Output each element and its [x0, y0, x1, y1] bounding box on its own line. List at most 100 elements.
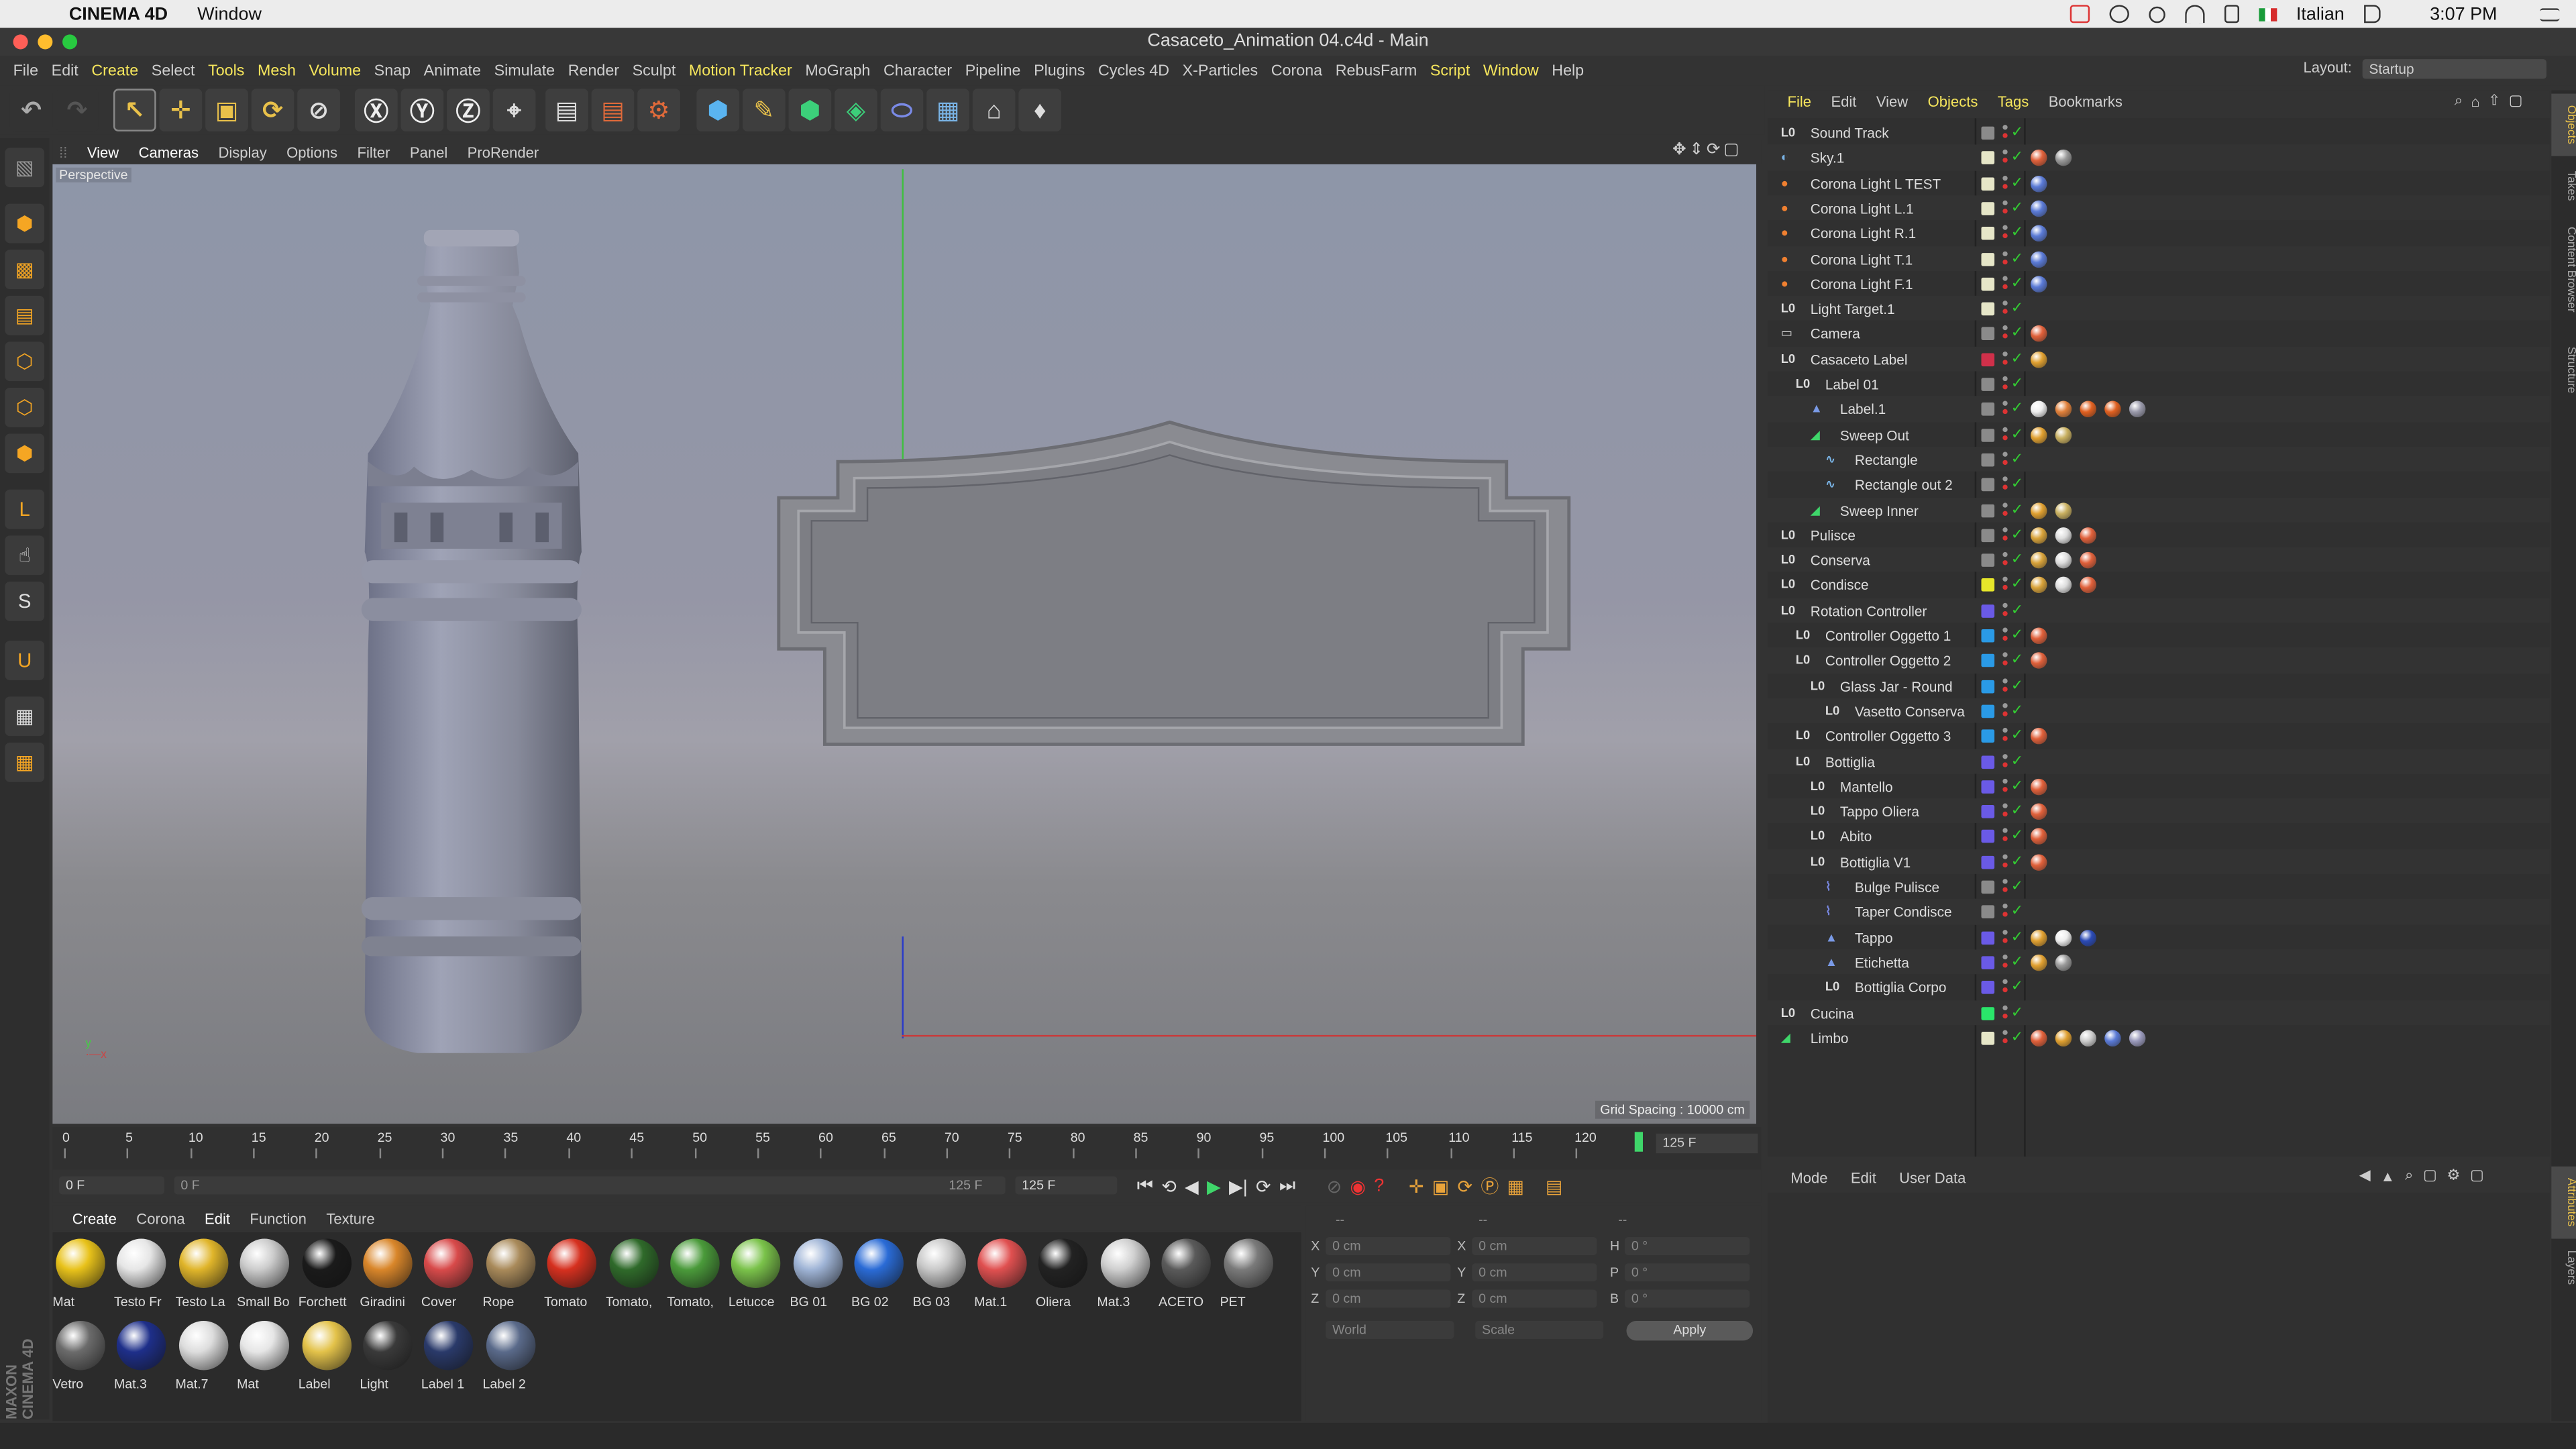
layer-color-swatch[interactable]: [1981, 855, 1995, 869]
tag-icon[interactable]: [2055, 1030, 2072, 1046]
material-swatch[interactable]: Mat.7: [176, 1318, 231, 1393]
layer-color-swatch[interactable]: [1981, 378, 1995, 391]
editor-visibility-dot[interactable]: [2002, 376, 2008, 382]
tag-icon[interactable]: [2080, 552, 2096, 569]
material-swatch[interactable]: BG 03: [913, 1236, 969, 1311]
render-visibility-dot[interactable]: [2002, 309, 2008, 314]
editor-visibility-dot[interactable]: [2002, 125, 2008, 130]
tag-icon[interactable]: [2080, 527, 2096, 544]
editor-visibility-dot[interactable]: [2002, 652, 2008, 658]
render-visibility-dot[interactable]: [2002, 937, 2008, 943]
tag-icon[interactable]: [2055, 502, 2072, 519]
editor-visibility-dot[interactable]: [2002, 753, 2008, 759]
tag-icon[interactable]: [2030, 803, 2047, 820]
layout-dropdown[interactable]: Startup: [2362, 59, 2546, 79]
object-row[interactable]: ▲ Etichetta ✓: [1768, 949, 2550, 975]
tab-takes[interactable]: Takes: [2551, 162, 2576, 209]
object-row[interactable]: L0 Casaceto Label ✓: [1768, 345, 2550, 372]
editor-visibility-dot[interactable]: [2002, 954, 2008, 959]
object-name[interactable]: Limbo: [1811, 1030, 1849, 1046]
object-name[interactable]: Corona Light T.1: [1811, 250, 1913, 266]
tab-objects[interactable]: Objects: [2551, 93, 2576, 156]
object-row[interactable]: ● Corona Light L TEST ✓: [1768, 170, 2550, 195]
snap-icon[interactable]: S: [5, 581, 45, 621]
recent-tool-icon[interactable]: ⊘: [297, 89, 340, 131]
layer-color-swatch[interactable]: [1981, 755, 1995, 768]
tag-icon[interactable]: [2030, 150, 2047, 167]
render-visibility-dot[interactable]: [2002, 460, 2008, 465]
editor-visibility-dot[interactable]: [2002, 853, 2008, 859]
editor-visibility-dot[interactable]: [2002, 502, 2008, 507]
object-row[interactable]: L0 Sound Track ✓: [1768, 120, 2550, 145]
enabled-check-icon[interactable]: ✓: [2011, 551, 2023, 569]
render-visibility-dot[interactable]: [2002, 258, 2008, 264]
editor-visibility-dot[interactable]: [2002, 225, 2008, 231]
object-name[interactable]: Corona Light R.1: [1811, 225, 1916, 241]
render-visibility-dot[interactable]: [2002, 761, 2008, 767]
tag-icon[interactable]: [2030, 351, 2047, 368]
layer-color-swatch[interactable]: [1981, 503, 1995, 517]
enabled-check-icon[interactable]: ✓: [2011, 601, 2023, 619]
render-visibility-dot[interactable]: [2002, 711, 2008, 716]
object-row[interactable]: ◢ Sweep Inner ✓: [1768, 496, 2550, 523]
menu-snap[interactable]: Snap: [374, 62, 411, 80]
material-swatch[interactable]: Rope: [483, 1236, 539, 1311]
tag-icon[interactable]: [2030, 401, 2047, 418]
max-frame-field[interactable]: 125 F: [1015, 1176, 1118, 1195]
editor-visibility-dot[interactable]: [2002, 476, 2008, 482]
editor-visibility-dot[interactable]: [2002, 451, 2008, 457]
layer-color-swatch[interactable]: [1981, 604, 1995, 618]
app-menu[interactable]: CINEMA 4D: [69, 4, 168, 23]
step-back-icon[interactable]: ◀: [1185, 1175, 1199, 1197]
enabled-check-icon[interactable]: ✓: [2011, 425, 2023, 443]
tag-icon[interactable]: [2030, 225, 2047, 242]
object-row[interactable]: ● Corona Light R.1 ✓: [1768, 221, 2550, 246]
render-visibility-dot[interactable]: [2002, 661, 2008, 666]
material-swatch[interactable]: Tomato: [544, 1236, 600, 1311]
object-name[interactable]: Conserva: [1811, 552, 1870, 568]
tag-icon[interactable]: [2055, 527, 2072, 544]
tag-icon[interactable]: [2030, 929, 2047, 946]
menu-edit[interactable]: Edit: [52, 62, 78, 80]
material-swatch[interactable]: PET: [1220, 1236, 1276, 1311]
object-name[interactable]: Corona Light L.1: [1811, 201, 1914, 217]
material-swatch[interactable]: Tomato,: [606, 1236, 661, 1311]
material-swatch[interactable]: Vetro: [52, 1318, 108, 1393]
render-visibility-dot[interactable]: [2002, 384, 2008, 390]
timeline-window-icon[interactable]: ▤: [1546, 1175, 1562, 1197]
editor-visibility-dot[interactable]: [2002, 904, 2008, 910]
new-window-icon[interactable]: ▢: [2470, 1167, 2484, 1185]
object-name[interactable]: Tappo Oliera: [1840, 804, 1919, 820]
render-visibility-dot[interactable]: [2002, 837, 2008, 842]
render-visibility-dot[interactable]: [2002, 409, 2008, 415]
x-axis-lock-icon[interactable]: Ⓧ: [354, 89, 398, 131]
material-swatch[interactable]: Giradini: [360, 1236, 415, 1311]
tag-icon[interactable]: [2080, 401, 2096, 418]
enabled-check-icon[interactable]: ✓: [2011, 274, 2023, 292]
move-tool-icon[interactable]: ✛: [159, 89, 203, 131]
editor-visibility-dot[interactable]: [2002, 678, 2008, 683]
material-swatch[interactable]: Testo La: [176, 1236, 231, 1311]
editor-visibility-dot[interactable]: [2002, 979, 2008, 985]
tag-icon[interactable]: [2030, 200, 2047, 217]
enabled-check-icon[interactable]: ✓: [2011, 651, 2023, 669]
coord-value-field[interactable]: 0 cm: [1472, 1237, 1597, 1256]
material-swatch[interactable]: Oliera: [1036, 1236, 1091, 1311]
viewport-menu-display[interactable]: Display: [218, 144, 266, 160]
autokey-off-icon[interactable]: ⊘: [1327, 1175, 1342, 1197]
coord-value-field[interactable]: 0 cm: [1326, 1289, 1451, 1308]
menu-x-particles[interactable]: X-Particles: [1183, 62, 1258, 80]
object-menu-view[interactable]: View: [1876, 94, 1908, 110]
editor-visibility-dot[interactable]: [2002, 577, 2008, 582]
scale-tool-icon[interactable]: ▣: [205, 89, 248, 131]
layer-color-swatch[interactable]: [1981, 428, 1995, 441]
object-name[interactable]: Label 01: [1825, 376, 1879, 392]
render-settings-icon[interactable]: ⚙: [637, 89, 680, 131]
enabled-check-icon[interactable]: ✓: [2011, 978, 2023, 996]
editor-visibility-dot[interactable]: [2002, 150, 2008, 155]
object-row[interactable]: L0 Cucina ✓: [1768, 1000, 2550, 1025]
enabled-check-icon[interactable]: ✓: [2011, 148, 2023, 166]
object-name[interactable]: Cucina: [1811, 1005, 1854, 1021]
render-visibility-dot[interactable]: [2002, 610, 2008, 616]
editor-visibility-dot[interactable]: [2002, 175, 2008, 180]
